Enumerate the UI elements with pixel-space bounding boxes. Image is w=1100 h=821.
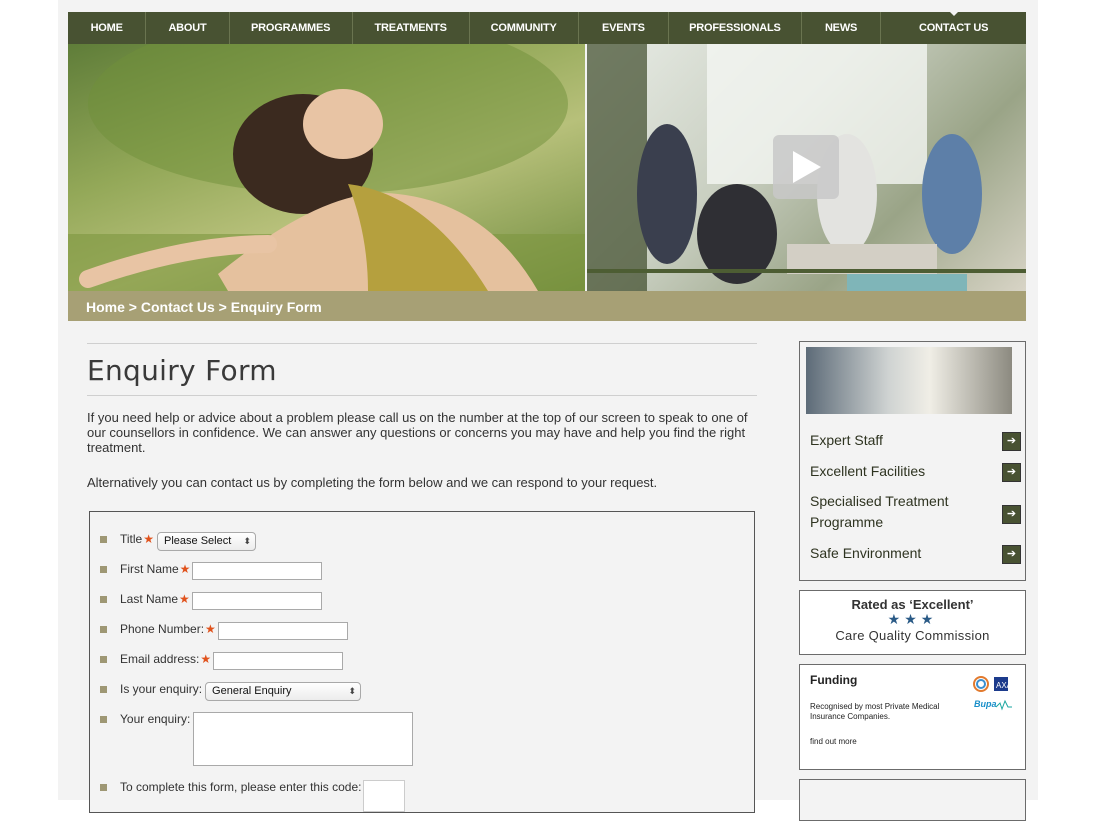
form-row-first-name: First Name ★: [100, 562, 323, 580]
bullet-icon: [100, 716, 107, 723]
last-name-label: Last Name: [120, 592, 179, 606]
nav-item-community[interactable]: COMMUNITY: [470, 12, 579, 44]
form-row-enquiry: Your enquiry:: [100, 712, 414, 766]
bullet-icon: [100, 566, 107, 573]
bullet-icon: [100, 686, 107, 693]
play-icon: [793, 151, 821, 183]
first-name-label: First Name: [120, 562, 179, 576]
nav-item-home[interactable]: HOME: [68, 12, 147, 44]
form-row-last-name: Last Name ★: [100, 592, 322, 610]
rating-text: Rated as ‘Excellent’: [851, 597, 974, 612]
required-star-icon: ★: [179, 592, 190, 606]
arrow-right-icon[interactable]: ➔: [1002, 432, 1021, 451]
hero-image: [68, 44, 585, 291]
enquiry-label: Your enquiry:: [120, 712, 191, 726]
breadcrumb-separator: >: [218, 299, 227, 315]
funding-description: Recognised by most Private Medical Insur…: [810, 702, 940, 721]
bullet-icon: [100, 656, 107, 663]
form-row-enquiry-type: Is your enquiry: General Enquiry: [100, 682, 362, 701]
captcha-label: To complete this form, please enter this…: [120, 780, 362, 794]
sidebar-link-specialised-treatment-programme[interactable]: Specialised Treatment Programme: [810, 491, 1015, 533]
nav-item-about[interactable]: ABOUT: [146, 12, 230, 44]
bullet-icon: [100, 626, 107, 633]
arrow-right-icon[interactable]: ➔: [1002, 545, 1021, 564]
required-star-icon: ★: [179, 562, 191, 576]
rating-org: Care Quality Commission: [835, 628, 990, 643]
arrow-right-icon[interactable]: ➔: [1002, 463, 1021, 482]
sidebar-link-excellent-facilities[interactable]: Excellent Facilities: [810, 461, 1015, 482]
intro-text: If you need help or advice about a probl…: [87, 410, 757, 510]
intro-paragraph: If you need help or advice about a probl…: [87, 410, 748, 455]
svg-text:AXA: AXA: [996, 681, 1013, 690]
sidebar-link-safe-environment[interactable]: Safe Environment: [810, 543, 1015, 564]
email-label: Email address:: [120, 652, 200, 666]
sidebar-link-label: Excellent Facilities: [810, 463, 926, 479]
funding-title: Funding: [810, 673, 858, 687]
first-name-field[interactable]: [192, 562, 323, 580]
form-row-phone: Phone Number: ★: [100, 622, 348, 640]
breadcrumb-bar: Home > Contact Us > Enquiry Form: [68, 291, 1026, 321]
video-progress-bar[interactable]: [587, 269, 1026, 273]
rating-panel: Rated as ‘Excellent’ ★★★ Care Quality Co…: [799, 590, 1026, 655]
phone-field[interactable]: [217, 622, 348, 640]
sidebar-panel: [799, 779, 1026, 821]
divider: [87, 395, 757, 396]
intro-paragraph: Alternatively you can contact us by comp…: [87, 475, 658, 490]
breadcrumb-separator: >: [128, 299, 137, 315]
sidebar-link-expert-staff[interactable]: Expert Staff: [810, 430, 1015, 451]
breadcrumb-contact[interactable]: Contact Us: [141, 299, 215, 315]
breadcrumb-current: Enquiry Form: [230, 299, 322, 315]
play-button[interactable]: [773, 135, 839, 199]
insurer-logos: AXA Bupa: [973, 676, 1013, 711]
find-out-more-link[interactable]: find out more: [810, 737, 857, 746]
breadcrumb: Home > Contact Us > Enquiry Form: [86, 299, 322, 315]
facility-photo: [806, 347, 1012, 414]
captcha-image: [363, 780, 406, 812]
required-star-icon: ★: [200, 652, 212, 666]
sidebar-link-label: Safe Environment: [810, 545, 922, 561]
breadcrumb-home[interactable]: Home: [86, 299, 125, 315]
required-star-icon: ★: [205, 622, 216, 636]
nav-item-news[interactable]: NEWS: [802, 12, 882, 44]
nav-item-professionals[interactable]: PROFESSIONALS: [669, 12, 802, 44]
last-name-field[interactable]: [191, 592, 322, 610]
hero-illustration: [68, 44, 585, 291]
nav-item-treatments[interactable]: TREATMENTS: [353, 12, 470, 44]
enquiry-textarea[interactable]: [193, 712, 414, 766]
arrow-right-icon[interactable]: ➔: [1002, 505, 1021, 524]
star-icons: ★★★: [887, 611, 938, 627]
email-field[interactable]: [213, 652, 344, 670]
nav-item-events[interactable]: EVENTS: [579, 12, 669, 44]
required-star-icon: ★: [143, 532, 154, 546]
form-row-email: Email address: ★: [100, 652, 344, 670]
features-panel: Expert Staff ➔ Excellent Facilities ➔ Specia…: [799, 341, 1026, 581]
nav-item-programmes[interactable]: PROGRAMMES: [230, 12, 353, 44]
sidebar-link-label: Specialised Treatment Programme: [810, 493, 949, 530]
sidebar-link-label: Expert Staff: [810, 432, 883, 448]
bullet-icon: [100, 784, 107, 791]
title-select[interactable]: Please Select: [157, 532, 256, 551]
page-title: Enquiry Form: [87, 354, 277, 387]
nav-item-contact-us[interactable]: CONTACT US: [881, 12, 1026, 44]
funding-panel: Funding Recognised by most Private Medic…: [799, 664, 1026, 770]
enquiry-type-select[interactable]: General Enquiry: [205, 682, 362, 701]
video-player[interactable]: [587, 44, 1026, 291]
form-row-captcha: To complete this form, please enter this…: [100, 780, 406, 812]
enquiry-type-label: Is your enquiry:: [120, 682, 203, 696]
bullet-icon: [100, 596, 107, 603]
enquiry-form: Title ★ Please Select First Name ★ Last …: [89, 511, 755, 813]
bupa-logo-text: Bupa: [974, 699, 997, 709]
phone-label: Phone Number:: [120, 622, 205, 636]
form-row-title: Title ★ Please Select: [100, 532, 256, 551]
title-label: Title: [120, 532, 143, 546]
bullet-icon: [100, 536, 107, 543]
main-nav: HOME ABOUT PROGRAMMES TREATMENTS COMMUNITY EV…: [68, 12, 1026, 44]
divider: [87, 343, 757, 344]
